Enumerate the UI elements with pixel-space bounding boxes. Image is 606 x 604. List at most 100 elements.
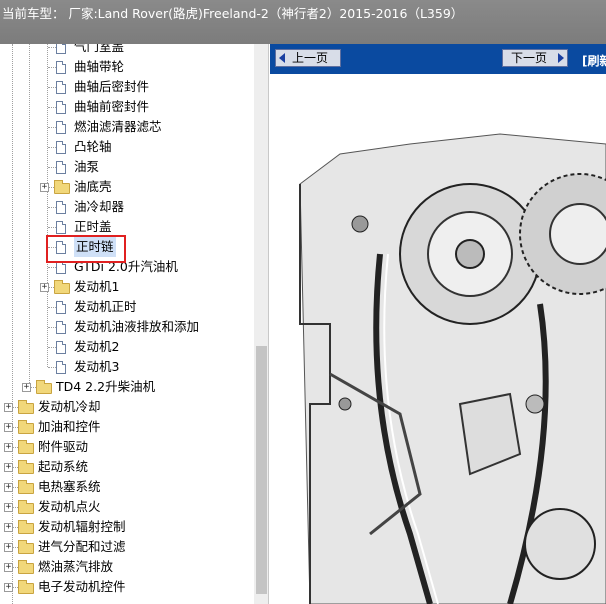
tree-item[interactable]: 曲轴带轮 xyxy=(0,57,254,77)
tree-item[interactable]: + 发动机辐射控制 xyxy=(0,517,254,537)
expand-toggle-icon[interactable]: + xyxy=(4,543,13,552)
right-arrow-icon xyxy=(558,53,564,63)
expand-toggle-icon[interactable]: + xyxy=(4,443,13,452)
tree-item-label: TD4 2.2升柴油机 xyxy=(56,379,156,394)
expand-toggle-icon[interactable]: + xyxy=(4,423,13,432)
expand-toggle-icon[interactable]: + xyxy=(4,503,13,512)
next-page-button[interactable]: 下一页 xyxy=(502,49,568,67)
viewer-navbar: 上一页 下一页 [刷新 xyxy=(270,44,606,74)
expand-toggle-icon[interactable]: + xyxy=(4,583,13,592)
tree-item-label: 起动系统 xyxy=(38,459,89,474)
folder-icon xyxy=(18,420,34,434)
tree-item-label: 发动机正时 xyxy=(74,299,137,314)
next-page-label: 下一页 xyxy=(511,51,548,65)
folder-icon xyxy=(18,500,34,514)
folder-icon xyxy=(18,560,34,574)
tree-item[interactable]: + 发动机冷却 xyxy=(0,397,254,417)
tree-item[interactable]: 发动机油液排放和添加 xyxy=(0,317,254,337)
tree-item[interactable]: + 油底壳 xyxy=(0,177,254,197)
tree-item-label: 发动机2 xyxy=(74,339,120,354)
document-icon xyxy=(56,361,66,374)
tree-item[interactable]: 发动机3 xyxy=(0,357,254,377)
document-icon xyxy=(56,221,66,234)
tree-item[interactable]: 正时盖 xyxy=(0,217,254,237)
expand-toggle-icon[interactable]: + xyxy=(40,283,49,292)
tree-item[interactable]: 油泵 xyxy=(0,157,254,177)
document-icon xyxy=(56,141,66,154)
document-icon xyxy=(56,201,66,214)
expand-toggle-icon[interactable]: + xyxy=(22,383,31,392)
expand-toggle-icon[interactable]: + xyxy=(40,183,49,192)
tree-item[interactable]: 发动机正时 xyxy=(0,297,254,317)
vehicle-label: 当前车型： 厂家:Land Rover(路虎)Freeland-2（神行者2）2… xyxy=(2,6,464,21)
folder-icon xyxy=(18,440,34,454)
folder-icon xyxy=(18,460,34,474)
tree-scrollbar-thumb[interactable] xyxy=(256,346,267,594)
folder-icon xyxy=(18,520,34,534)
tree-item[interactable]: + 发动机点火 xyxy=(0,497,254,517)
tree-item-label: 燃油滤清器滤芯 xyxy=(74,119,162,134)
tree-item[interactable]: 正时链 xyxy=(0,237,254,257)
tree-item-label: 曲轴前密封件 xyxy=(74,99,150,114)
expand-toggle-icon[interactable]: + xyxy=(4,483,13,492)
tree-item-label: 发动机油液排放和添加 xyxy=(74,319,200,334)
document-icon xyxy=(56,101,66,114)
expand-toggle-icon[interactable]: + xyxy=(4,463,13,472)
refresh-link[interactable]: [刷新 xyxy=(582,52,606,69)
expand-toggle-icon[interactable]: + xyxy=(4,563,13,572)
tree-item-label: 曲轴后密封件 xyxy=(74,79,150,94)
tree-panel[interactable]: 气门室盖曲轴带轮曲轴后密封件 曲轴前密封件 燃油滤清器滤芯凸轮轴油泵 + 油底壳油冷却器… xyxy=(0,44,269,604)
tree-item-label: 发动机3 xyxy=(74,359,120,374)
vehicle-header: 当前车型： 厂家:Land Rover(路虎)Freeland-2（神行者2）2… xyxy=(0,0,606,44)
document-icon xyxy=(56,161,66,174)
tree-item[interactable]: + 进气分配和过滤 xyxy=(0,537,254,557)
tree-item[interactable]: + 发动机1 xyxy=(0,277,254,297)
document-icon xyxy=(56,341,66,354)
tree-item-label: 正时盖 xyxy=(74,219,112,234)
tree-item-label: 发动机1 xyxy=(74,279,120,294)
document-icon xyxy=(56,44,66,54)
tree-item[interactable]: 油冷却器 xyxy=(0,197,254,217)
tree-item[interactable]: + 燃油蒸汽排放 xyxy=(0,557,254,577)
document-icon xyxy=(56,301,66,314)
tree-item[interactable]: + 电子发动机控件 xyxy=(0,577,254,597)
folder-icon xyxy=(18,540,34,554)
expand-toggle-icon[interactable]: + xyxy=(4,523,13,532)
tree-item-label: 油冷却器 xyxy=(74,199,125,214)
tree-item[interactable]: 燃油滤清器滤芯 xyxy=(0,117,254,137)
tree-item[interactable]: GTDi 2.0升汽油机 xyxy=(0,257,254,277)
document-viewer: 上一页 下一页 [刷新 xyxy=(270,44,606,604)
tree-item[interactable]: 曲轴后密封件 xyxy=(0,77,254,97)
tree-item[interactable]: + 起动系统 xyxy=(0,457,254,477)
folder-icon xyxy=(18,480,34,494)
tree-item[interactable]: + 加油和控件 xyxy=(0,417,254,437)
tree-item-label: 加油和控件 xyxy=(38,419,101,434)
tree-item-label: 进气分配和过滤 xyxy=(38,539,126,554)
prev-page-button[interactable]: 上一页 xyxy=(275,49,341,67)
tree-item-label: 气门室盖 xyxy=(74,44,125,54)
expand-toggle-icon[interactable]: + xyxy=(4,403,13,412)
tree-item[interactable]: 凸轮轴 xyxy=(0,137,254,157)
tree-item-label: 附件驱动 xyxy=(38,439,89,454)
left-arrow-icon xyxy=(279,53,285,63)
tree-item[interactable]: 发动机2 xyxy=(0,337,254,357)
tree-item-label: 发动机点火 xyxy=(38,499,101,514)
folder-icon xyxy=(18,400,34,414)
document-icon xyxy=(56,121,66,134)
tree-item-label: 电热塞系统 xyxy=(38,479,101,494)
folder-icon xyxy=(54,280,70,294)
folder-icon xyxy=(54,180,70,194)
tree-item-label: 电子发动机控件 xyxy=(38,579,126,594)
tree-item[interactable]: + 附件驱动 xyxy=(0,437,254,457)
tree-item-label: 曲轴带轮 xyxy=(74,59,125,74)
tree-item-label: 油泵 xyxy=(74,159,100,174)
folder-icon xyxy=(36,380,52,394)
engine-diagram-image xyxy=(270,74,606,604)
tree-item[interactable]: + TD4 2.2升柴油机 xyxy=(0,377,254,397)
tree-item[interactable]: 曲轴前密封件 xyxy=(0,97,254,117)
prev-page-label: 上一页 xyxy=(292,51,329,65)
tree-item[interactable]: + 电热塞系统 xyxy=(0,477,254,497)
tree-item[interactable]: 气门室盖 xyxy=(0,44,254,57)
document-icon xyxy=(56,321,66,334)
folder-icon xyxy=(18,580,34,594)
